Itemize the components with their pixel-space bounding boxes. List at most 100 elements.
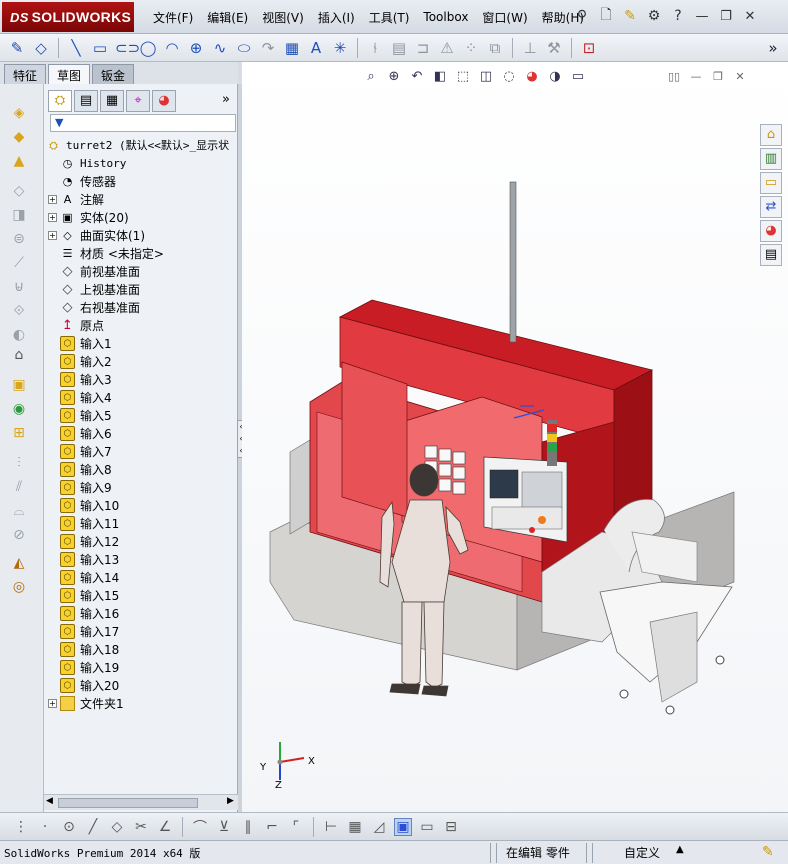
tab-features[interactable]: 特征	[4, 64, 47, 84]
instant3d-icon[interactable]: ⊘	[10, 526, 28, 544]
feature-tree-tab-icon[interactable]: ⛭	[48, 90, 72, 112]
appearances-icon[interactable]: ◕	[760, 220, 782, 242]
line-icon[interactable]: ╲	[67, 39, 85, 57]
menu-window[interactable]: 窗口(W)	[475, 9, 534, 26]
tree-item[interactable]: ⬡ 输入6	[48, 424, 112, 442]
triangle-tool-icon[interactable]: ◿	[370, 819, 388, 835]
options-icon[interactable]: ⚙	[644, 6, 664, 26]
tree-item[interactable]: ⬡ 输入10	[48, 496, 119, 514]
extrude-icon[interactable]: ◈	[10, 104, 28, 122]
tree-item[interactable]: ⬡ 输入18	[48, 640, 119, 658]
mirror-feature-icon[interactable]: ⫶	[10, 454, 28, 472]
polygon-tool-icon[interactable]: ◇	[108, 819, 126, 835]
hole-icon[interactable]: ⊜	[10, 230, 28, 248]
menu-insert[interactable]: 插入(I)	[311, 9, 362, 26]
tree-item[interactable]: ⬡ 输入19	[48, 658, 119, 676]
custom-properties-icon[interactable]: ▤	[760, 244, 782, 266]
tree-item[interactable]: ◇ 上视基准面	[48, 280, 141, 298]
reference-geometry-icon[interactable]: ⌂	[10, 346, 28, 364]
tree-item[interactable]: ⬡ 输入17	[48, 622, 119, 640]
line-tool-icon[interactable]: ╱	[84, 819, 102, 835]
tree-item[interactable]: ☰ 材质 <未指定>	[48, 244, 164, 262]
grid-tool-icon[interactable]: ▦	[346, 819, 364, 835]
convert-entities-icon[interactable]: ▤	[390, 39, 408, 57]
restore-button[interactable]: ❐	[716, 7, 736, 25]
sweep-icon[interactable]: ▲	[10, 152, 28, 170]
solidworks-resources-icon[interactable]: ⌂	[760, 124, 782, 146]
tree-item[interactable]: ◷ History	[48, 154, 127, 172]
menu-toolbox[interactable]: Toolbox	[416, 10, 475, 24]
scroll-left-icon[interactable]: ◀	[46, 796, 53, 806]
tree-item[interactable]: ⬡ 输入5	[48, 406, 112, 424]
corner-tool-icon[interactable]: ⌐	[263, 819, 281, 835]
swept-cut-icon[interactable]: ⟋	[10, 254, 28, 272]
menu-tools[interactable]: 工具(T)	[362, 9, 417, 26]
menu-edit[interactable]: 编辑(E)	[200, 9, 255, 26]
parallel-tool-icon[interactable]: ∥	[239, 819, 257, 835]
revolve-icon[interactable]: ◆	[10, 128, 28, 146]
dome-icon[interactable]: ⌓	[10, 502, 28, 520]
property-manager-tab-icon[interactable]: ▤	[74, 90, 98, 112]
slot-icon[interactable]: ⊂⊃	[115, 39, 140, 57]
menu-file[interactable]: 文件(F)	[146, 9, 200, 26]
rib-icon[interactable]: ◐	[10, 326, 28, 344]
tree-item[interactable]: ⬡ 输入20	[48, 676, 119, 694]
tree-item[interactable]: ⬡ 输入16	[48, 604, 119, 622]
menu-view[interactable]: 视图(V)	[255, 9, 311, 26]
tree-item[interactable]: ◇ 前视基准面	[48, 262, 141, 280]
mirror-icon[interactable]: ⚠	[438, 39, 456, 57]
tree-item[interactable]: + 文件夹1	[48, 694, 124, 712]
polygon-icon[interactable]: ⊕	[187, 39, 205, 57]
curves-icon[interactable]: ⫽	[10, 478, 28, 496]
move-entities-icon[interactable]: ⧉	[486, 39, 504, 57]
open-document-icon[interactable]: ✎	[620, 6, 640, 26]
offset-icon[interactable]: ⊐	[414, 39, 432, 57]
tree-item[interactable]: ⬡ 输入3	[48, 370, 112, 388]
horizontal-scrollbar[interactable]: ◀ ▶	[44, 794, 238, 810]
panel-expand-icon[interactable]: »	[222, 92, 230, 107]
single-view-icon[interactable]: ▭	[418, 819, 436, 835]
expand-icon[interactable]: +	[48, 212, 57, 222]
rebuild-icon[interactable]: ✎	[762, 844, 774, 860]
dotted-corner-icon[interactable]: ⌜	[287, 819, 305, 835]
tree-item[interactable]: + ▣ 实体(20)	[48, 208, 129, 226]
shell-icon[interactable]: ▣	[10, 376, 28, 394]
scrollbar-thumb[interactable]	[58, 798, 198, 808]
rapid-sketch-icon[interactable]: ⊡	[580, 39, 598, 57]
smart-dimension-icon[interactable]: ◇	[32, 39, 50, 57]
tangent-tool-icon[interactable]: ⊻	[215, 819, 233, 835]
view-palette-icon[interactable]: ⇄	[760, 196, 782, 218]
fillet-feature-icon[interactable]: ⊌	[10, 278, 28, 296]
display-manager-tab-icon[interactable]: ◕	[152, 90, 176, 112]
rectangle-icon[interactable]: ▭	[91, 39, 109, 57]
tab-sheet-metal[interactable]: 钣金	[92, 64, 135, 84]
tree-item[interactable]: ⬡ 输入15	[48, 586, 119, 604]
point-icon[interactable]: ✳	[331, 39, 349, 57]
pattern-icon[interactable]: ⊞	[10, 424, 28, 442]
close-button[interactable]: ✕	[740, 7, 760, 25]
tree-item[interactable]: ⬡ 输入9	[48, 478, 112, 496]
move-copy-icon[interactable]: ◭	[10, 554, 28, 572]
tree-item[interactable]: ⬡ 输入14	[48, 568, 119, 586]
tree-item[interactable]: ⬡ 输入11	[48, 514, 119, 532]
solidworks-logo[interactable]: DS SOLIDWORKS	[2, 2, 134, 32]
arc-icon[interactable]: ◠	[163, 39, 181, 57]
tab-sketch[interactable]: 草图	[48, 64, 91, 84]
3d-view-icon[interactable]: ▣	[394, 817, 412, 836]
tree-item[interactable]: ⬡ 输入7	[48, 442, 112, 460]
tree-item[interactable]: ◇ 右视基准面	[48, 298, 141, 316]
chamfer-icon[interactable]: ⟐	[10, 302, 28, 320]
units-up-arrow-icon[interactable]: ▲	[676, 844, 684, 855]
fillet-tool-icon[interactable]: ⌒	[191, 817, 209, 837]
tree-item[interactable]: ⬡ 输入4	[48, 388, 112, 406]
two-view-icon[interactable]: ⊟	[442, 819, 460, 835]
circle-icon[interactable]: ◯	[139, 39, 157, 57]
toolbar-overflow-icon[interactable]: »	[764, 39, 782, 57]
tree-item[interactable]: ⬡ 输入2	[48, 352, 112, 370]
plane-sketch-icon[interactable]: ▦	[283, 39, 301, 57]
pin-icon[interactable]: ⚲	[572, 6, 592, 26]
design-library-icon[interactable]: ▥	[760, 148, 782, 170]
help-icon[interactable]: ?	[668, 6, 688, 26]
dimension-tool-icon[interactable]: ⊢	[322, 819, 340, 835]
tree-item[interactable]: ⬡ 输入1	[48, 334, 112, 352]
